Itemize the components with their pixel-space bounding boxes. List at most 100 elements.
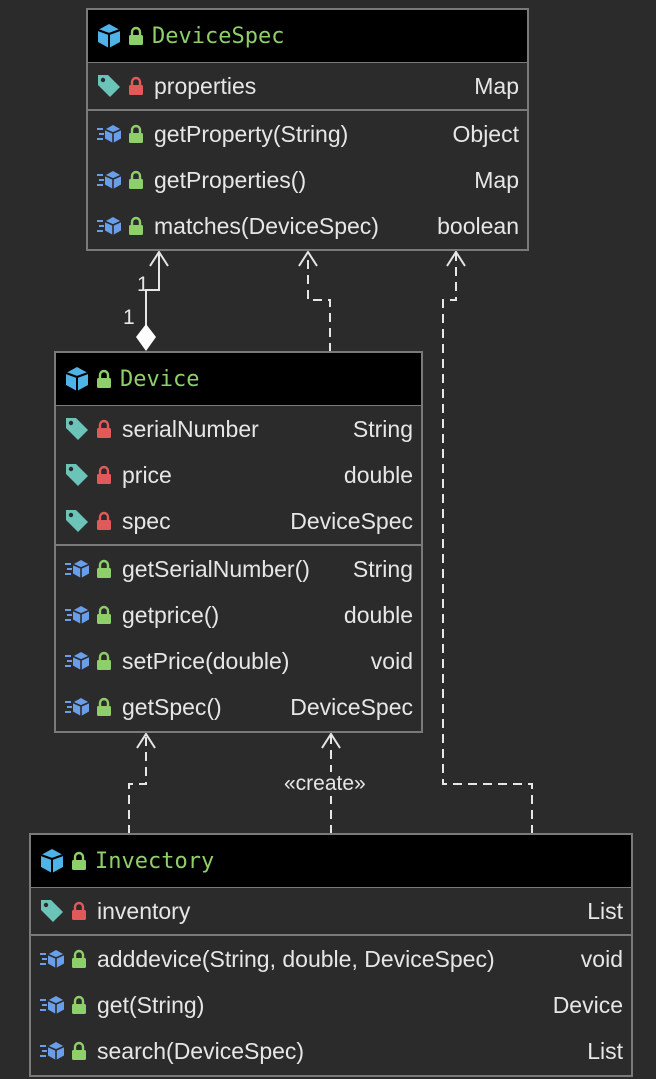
method-icon bbox=[65, 560, 90, 578]
method-type: Object bbox=[452, 120, 519, 147]
method-icon bbox=[65, 652, 90, 670]
class-device[interactable]: Device serialNumber String price double … bbox=[54, 351, 423, 733]
method-name: getSerialNumber() bbox=[122, 555, 310, 582]
fields-section: serialNumber String price double spec De… bbox=[56, 406, 421, 546]
field-name: price bbox=[122, 461, 172, 488]
method-type: double bbox=[343, 601, 413, 628]
method-name: search(DeviceSpec) bbox=[97, 1037, 305, 1064]
method-type: DeviceSpec bbox=[290, 693, 413, 720]
method-name: getProperties() bbox=[154, 166, 307, 193]
method-icon bbox=[97, 217, 122, 235]
tag-icon bbox=[98, 75, 120, 97]
lock-icon bbox=[97, 511, 111, 530]
method-icon bbox=[40, 1042, 65, 1060]
field-type: String bbox=[352, 415, 413, 442]
method-name: setPrice(double) bbox=[122, 647, 290, 674]
tag-icon bbox=[66, 464, 88, 486]
field-type: DeviceSpec bbox=[290, 507, 413, 534]
methods-section: getProperty(String) Object getProperties… bbox=[88, 111, 527, 249]
field-name: spec bbox=[122, 507, 171, 534]
composition-target-multiplicity: 1 bbox=[137, 273, 149, 296]
method-row[interactable]: getProperty(String) Object bbox=[88, 111, 527, 157]
field-type: Map bbox=[474, 72, 519, 99]
lock-icon bbox=[129, 124, 143, 143]
tag-icon bbox=[41, 900, 63, 922]
lock-icon bbox=[97, 369, 111, 388]
field-name: inventory bbox=[97, 897, 191, 924]
method-name: getprice() bbox=[122, 601, 220, 628]
class-title: DeviceSpec bbox=[152, 23, 285, 49]
lock-icon bbox=[97, 419, 111, 438]
class-title: Device bbox=[120, 366, 200, 392]
lock-icon bbox=[129, 26, 143, 45]
lock-icon bbox=[129, 216, 143, 235]
fields-section: properties Map bbox=[88, 63, 527, 111]
field-row[interactable]: inventory List bbox=[31, 888, 631, 934]
method-row[interactable]: getSerialNumber() String bbox=[56, 546, 421, 592]
method-icon bbox=[65, 698, 90, 716]
method-icon bbox=[40, 950, 65, 968]
invectory-to-devicespec-dependency-line bbox=[442, 252, 533, 834]
method-type: List bbox=[587, 1037, 623, 1064]
tag-icon bbox=[66, 510, 88, 532]
method-row[interactable]: adddevice(String, double, DeviceSpec) vo… bbox=[31, 936, 631, 982]
class-header: Invectory bbox=[31, 835, 631, 888]
class-header: Device bbox=[56, 353, 421, 406]
lock-icon bbox=[72, 995, 86, 1014]
lock-icon bbox=[129, 76, 143, 95]
method-type: void bbox=[370, 647, 413, 674]
method-name: getProperty(String) bbox=[154, 120, 349, 147]
field-name: serialNumber bbox=[122, 415, 259, 442]
tag-icon bbox=[66, 418, 88, 440]
lock-icon bbox=[97, 559, 111, 578]
method-name: get(String) bbox=[97, 991, 205, 1018]
lock-icon bbox=[97, 605, 111, 624]
class-title: Invectory bbox=[95, 848, 215, 874]
method-name: getSpec() bbox=[122, 693, 222, 720]
lock-icon bbox=[72, 901, 86, 920]
method-type: Device bbox=[552, 991, 623, 1018]
lock-icon bbox=[72, 851, 86, 870]
method-row[interactable]: get(String) Device bbox=[31, 982, 631, 1028]
field-row[interactable]: serialNumber String bbox=[56, 406, 421, 452]
field-row[interactable]: spec DeviceSpec bbox=[56, 498, 421, 544]
field-type: double bbox=[343, 461, 413, 488]
class-icon bbox=[40, 849, 64, 873]
field-row[interactable]: price double bbox=[56, 452, 421, 498]
method-icon bbox=[97, 125, 122, 143]
methods-section: adddevice(String, double, DeviceSpec) vo… bbox=[31, 936, 631, 1074]
invectory-to-device-dependency-line bbox=[128, 734, 147, 834]
methods-section: getSerialNumber() String getprice() doub… bbox=[56, 546, 421, 730]
lock-icon bbox=[129, 170, 143, 189]
method-row[interactable]: getProperties() Map bbox=[88, 157, 527, 203]
lock-icon bbox=[72, 949, 86, 968]
method-row[interactable]: getSpec() DeviceSpec bbox=[56, 684, 421, 730]
field-name: properties bbox=[154, 72, 257, 99]
method-row[interactable]: matches(DeviceSpec) boolean bbox=[88, 203, 527, 249]
method-icon bbox=[65, 606, 90, 624]
method-icon bbox=[40, 996, 65, 1014]
method-type: void bbox=[580, 945, 623, 972]
class-invectory[interactable]: Invectory inventory List adddevice(Strin… bbox=[29, 833, 633, 1077]
class-devicespec[interactable]: DeviceSpec properties Map getProperty(St… bbox=[86, 8, 529, 251]
class-icon bbox=[97, 24, 121, 48]
method-name: adddevice(String, double, DeviceSpec) bbox=[97, 945, 495, 972]
method-type: Map bbox=[474, 166, 519, 193]
class-header: DeviceSpec bbox=[88, 10, 527, 63]
lock-icon bbox=[97, 697, 111, 716]
method-type: String bbox=[352, 555, 413, 582]
method-type: boolean bbox=[437, 212, 519, 239]
lock-icon bbox=[72, 1041, 86, 1060]
fields-section: inventory List bbox=[31, 888, 631, 936]
method-row[interactable]: getprice() double bbox=[56, 592, 421, 638]
class-icon bbox=[65, 367, 89, 391]
device-to-devicespec-dependency-line bbox=[307, 252, 331, 352]
composition-source-multiplicity: 1 bbox=[123, 306, 135, 329]
method-row[interactable]: setPrice(double) void bbox=[56, 638, 421, 684]
create-stereotype-label: «create» bbox=[284, 772, 366, 796]
composition-diamond bbox=[136, 324, 156, 351]
method-row[interactable]: search(DeviceSpec) List bbox=[31, 1028, 631, 1074]
field-row[interactable]: properties Map bbox=[88, 63, 527, 109]
lock-icon bbox=[97, 465, 111, 484]
method-icon bbox=[97, 171, 122, 189]
